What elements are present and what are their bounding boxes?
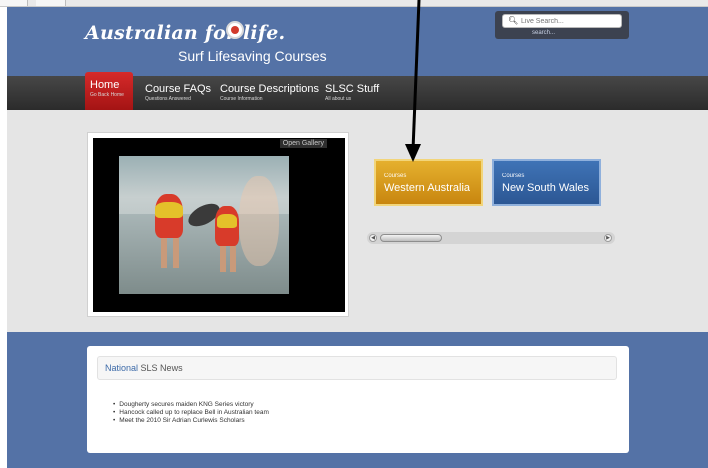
news-heading-text: SLS News bbox=[140, 363, 183, 373]
nav-item-course-descriptions[interactable]: Course Descriptions Course Information bbox=[220, 76, 319, 110]
news-heading: National SLS News bbox=[97, 356, 617, 380]
nav-item-slsc-stuff[interactable]: SLSC Stuff All about us bbox=[325, 76, 379, 110]
nav-item-sublabel: Questions Answered bbox=[145, 96, 191, 102]
news-item[interactable]: Dougherty secures maiden KNG Series vict… bbox=[113, 401, 269, 409]
course-tile-title: Western Australia bbox=[384, 182, 471, 194]
nav-item-label: Course Descriptions bbox=[220, 83, 320, 95]
scroll-left-icon[interactable]: ◀ bbox=[369, 234, 377, 242]
main-content: Open Gallery Courses Western Australia C… bbox=[7, 110, 708, 332]
scroll-right-icon[interactable]: ▶ bbox=[604, 234, 612, 242]
nav-item-label: SLSC Stuff bbox=[325, 83, 380, 95]
scroll-thumb[interactable] bbox=[380, 234, 442, 242]
course-tile-title: New South Wales bbox=[502, 182, 590, 194]
news-heading-accent: National bbox=[105, 363, 139, 373]
photo-gallery: Open Gallery bbox=[87, 132, 349, 317]
lifesavers-photo[interactable] bbox=[119, 156, 289, 294]
site-subtitle: Surf Lifesaving Courses bbox=[178, 48, 327, 64]
gallery-viewer: Open Gallery bbox=[93, 138, 345, 312]
live-search: 🔍︎ search... bbox=[495, 11, 629, 39]
site-header: Australian for life. Surf Lifesaving Cou… bbox=[7, 7, 708, 76]
nav-item-course-faqs[interactable]: Course FAQs Questions Answered bbox=[145, 76, 211, 110]
search-link[interactable]: search... bbox=[532, 30, 555, 36]
nav-item-home[interactable]: Home Go Back Home bbox=[85, 72, 133, 113]
nav-item-label: Home bbox=[90, 79, 120, 91]
search-icon: 🔍︎ bbox=[508, 16, 519, 25]
news-item[interactable]: Meet the 2010 Sir Adrian Curlewis Schola… bbox=[113, 417, 269, 425]
main-navigation: Home Go Back Home Course FAQs Questions … bbox=[7, 72, 708, 113]
browser-top-strip bbox=[0, 0, 708, 7]
news-item[interactable]: Hancock called up to replace Bell in Aus… bbox=[113, 409, 269, 417]
course-tile-caption: Courses bbox=[502, 173, 525, 179]
nav-item-sublabel: All about us bbox=[325, 96, 352, 102]
nav-item-sublabel: Go Back Home bbox=[90, 92, 124, 98]
course-tile-new-south-wales[interactable]: Courses New South Wales bbox=[492, 159, 601, 206]
browser-tab[interactable] bbox=[36, 0, 66, 6]
course-tile-caption: Courses bbox=[384, 173, 407, 179]
browser-tab[interactable] bbox=[0, 0, 28, 6]
news-panel: National SLS News Dougherty secures maid… bbox=[87, 346, 629, 453]
course-tile-western-australia[interactable]: Courses Western Australia bbox=[374, 159, 483, 206]
course-scrollbar[interactable]: ◀ ▶ bbox=[367, 232, 615, 244]
nav-item-sublabel: Course Information bbox=[220, 96, 263, 102]
news-list: Dougherty secures maiden KNG Series vict… bbox=[113, 401, 269, 425]
news-section: National SLS News Dougherty secures maid… bbox=[7, 332, 708, 468]
site-logo-text[interactable]: Australian for life. bbox=[85, 22, 285, 44]
open-gallery-button[interactable]: Open Gallery bbox=[279, 139, 327, 148]
search-input[interactable] bbox=[502, 14, 622, 28]
nav-item-label: Course FAQs bbox=[145, 83, 212, 95]
lifesaver-badge-icon bbox=[226, 21, 244, 39]
